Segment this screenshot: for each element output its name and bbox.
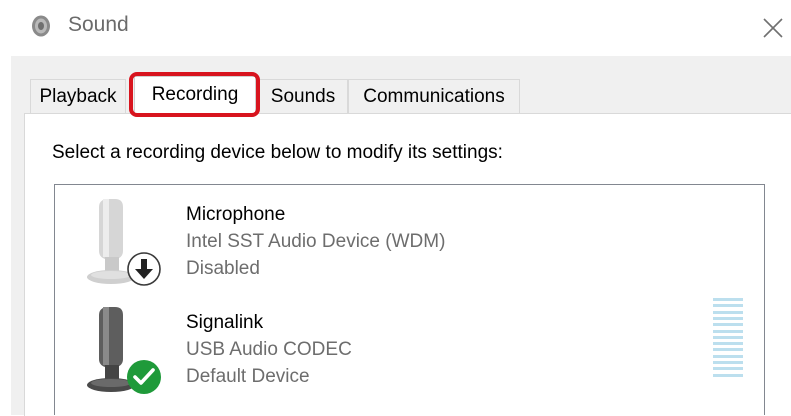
default-check-icon	[127, 360, 161, 394]
level-meter-segment	[713, 323, 743, 327]
tab-communications[interactable]: Communications	[348, 79, 520, 113]
level-meter-segment	[713, 335, 743, 339]
device-name: Signalink	[186, 312, 264, 333]
level-meter-segment	[713, 342, 743, 346]
device-driver: Intel SST Audio Device (WDM)	[186, 231, 446, 252]
level-meter-segment	[713, 310, 743, 314]
level-meter-segment	[713, 361, 743, 364]
device-driver: USB Audio CODEC	[186, 339, 352, 360]
level-meter-segment	[713, 304, 743, 308]
instruction-text: Select a recording device below to modif…	[52, 142, 503, 163]
disabled-arrow-icon	[127, 252, 161, 286]
level-meter-segment	[713, 354, 743, 358]
device-item-signalink[interactable]: Signalink USB Audio CODEC Default Device	[55, 293, 764, 403]
level-meter-segment	[713, 348, 743, 352]
level-meter-segment	[713, 329, 743, 333]
device-list[interactable]: Microphone Intel SST Audio Device (WDM) …	[54, 184, 765, 415]
device-item-microphone[interactable]: Microphone Intel SST Audio Device (WDM) …	[55, 185, 764, 295]
recording-tab-highlight	[129, 72, 260, 117]
level-meter-segment	[713, 373, 743, 377]
device-status: Disabled	[186, 258, 260, 279]
speaker-icon	[32, 15, 50, 37]
device-name: Microphone	[186, 204, 286, 225]
level-meter-segment	[713, 298, 743, 301]
close-icon[interactable]	[758, 12, 788, 42]
level-meter-segment	[713, 316, 743, 320]
title-bar: Sound	[0, 0, 791, 56]
tab-sounds[interactable]: Sounds	[258, 79, 348, 113]
window-title: Sound	[68, 13, 129, 36]
level-meter	[713, 298, 743, 380]
device-status: Default Device	[186, 366, 310, 387]
tab-label: Communications	[363, 86, 505, 107]
tab-label: Playback	[39, 86, 117, 107]
level-meter-segment	[713, 367, 743, 371]
tab-playback[interactable]: Playback	[30, 79, 126, 113]
tab-label: Sounds	[270, 86, 336, 107]
